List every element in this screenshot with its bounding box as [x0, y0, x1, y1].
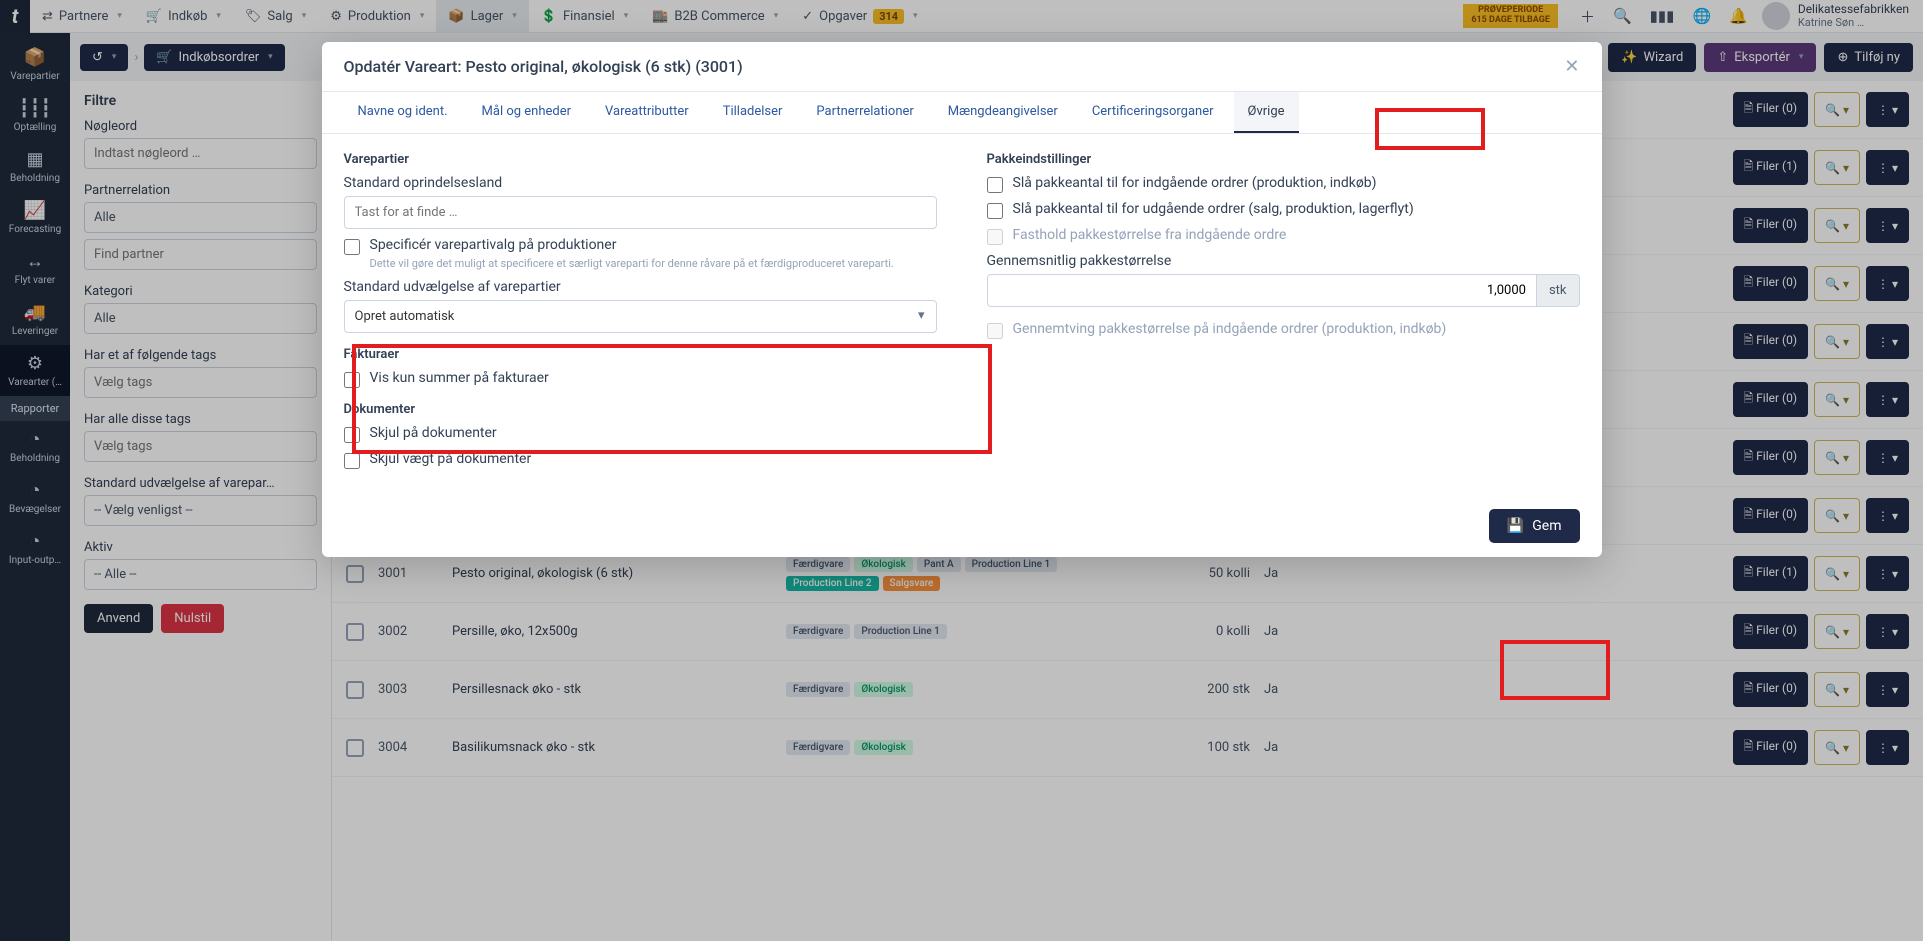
origin-label: Standard oprindelsesland	[344, 175, 937, 191]
avg-label: Gennemsnitlig pakkestørrelse	[987, 253, 1580, 269]
modal-tab-7[interactable]: Øvrige	[1234, 92, 1299, 133]
modal: Opdatér Vareart: Pesto original, økologi…	[322, 42, 1602, 557]
keep-checkbox	[987, 229, 1003, 245]
force-label: Gennemtving pakkestørrelse på indgående …	[1013, 321, 1447, 337]
spec-label: Specificér varepartivalg på produktioner	[370, 237, 894, 253]
origin-input[interactable]	[344, 196, 937, 229]
modal-tab-1[interactable]: Mål og enheder	[468, 92, 586, 133]
force-checkbox	[987, 323, 1003, 339]
hidew-label: Skjul vægt på dokumenter	[370, 451, 532, 467]
unit-label: stk	[1537, 274, 1580, 307]
modal-tab-5[interactable]: Mængdeangivelser	[934, 92, 1072, 133]
section-varepartier: Varepartier	[344, 152, 937, 167]
modal-tab-3[interactable]: Tilladelser	[709, 92, 797, 133]
close-icon[interactable]: ✕	[1564, 56, 1579, 77]
modal-tab-2[interactable]: Vareattributter	[591, 92, 703, 133]
hidew-checkbox[interactable]	[344, 453, 360, 469]
save-button[interactable]: 💾 Gem	[1489, 509, 1580, 543]
in-label: Slå pakkeantal til for indgående ordrer …	[1013, 175, 1377, 191]
out-label: Slå pakkeantal til for udgående ordrer (…	[1013, 201, 1414, 217]
modal-tab-0[interactable]: Navne og ident.	[344, 92, 462, 133]
avg-input[interactable]	[987, 274, 1537, 307]
modal-title: Opdatér Vareart: Pesto original, økologi…	[344, 57, 743, 76]
spec-help: Dette vil gøre det muligt at specificere…	[370, 256, 894, 271]
section-dokumenter: Dokumenter	[344, 402, 937, 417]
modal-tab-4[interactable]: Partnerrelationer	[802, 92, 927, 133]
spec-checkbox[interactable]	[344, 239, 360, 255]
out-checkbox[interactable]	[987, 203, 1003, 219]
in-checkbox[interactable]	[987, 177, 1003, 193]
section-fakturaer: Fakturaer	[344, 347, 937, 362]
std-sel-select[interactable]: Opret automatisk	[344, 300, 937, 333]
sum-label: Vis kun summer på fakturaer	[370, 370, 549, 386]
hide-checkbox[interactable]	[344, 427, 360, 443]
section-pakke: Pakkeindstillinger	[987, 152, 1580, 167]
sum-checkbox[interactable]	[344, 372, 360, 388]
modal-tab-6[interactable]: Certificeringsorganer	[1078, 92, 1228, 133]
hide-label: Skjul på dokumenter	[370, 425, 497, 441]
std-sel-label: Standard udvælgelse af varepartier	[344, 279, 937, 295]
keep-label: Fasthold pakkestørrelse fra indgående or…	[1013, 227, 1287, 243]
